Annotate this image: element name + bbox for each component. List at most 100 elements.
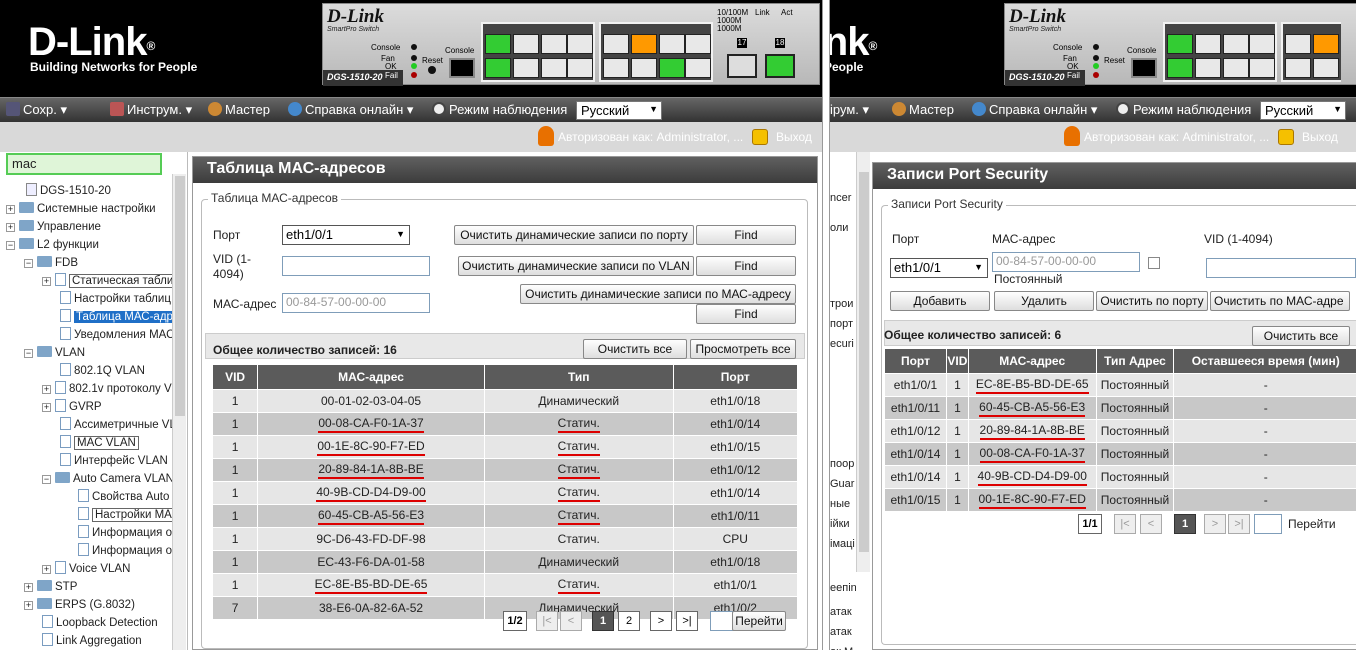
tree-item-mac-table[interactable]: Таблица МАС-адре bbox=[60, 308, 182, 326]
tree-item-system[interactable]: + Системные настройки bbox=[6, 200, 156, 218]
menu-monitor[interactable]: Режим наблюдения bbox=[432, 102, 567, 117]
port-7[interactable] bbox=[1249, 34, 1275, 54]
language-select[interactable]: Русский bbox=[576, 101, 662, 120]
menu-help[interactable]: Справка онлайн ▾ bbox=[288, 102, 413, 118]
ps-vid-input[interactable] bbox=[1206, 258, 1356, 278]
table-row[interactable]: 1 20-89-84-1A-8B-BE Статич. eth1/0/12 bbox=[211, 458, 799, 482]
logout-icon[interactable] bbox=[752, 129, 768, 145]
tree-item-loopback[interactable]: Loopback Detection bbox=[42, 614, 158, 632]
port-5[interactable] bbox=[541, 34, 567, 54]
table-row[interactable]: eth1/0/11 1 60-45-CB-A5-56-E3 Постоянный - bbox=[884, 396, 1356, 420]
find-button-3[interactable]: Find bbox=[696, 304, 796, 324]
table-row[interactable]: eth1/0/12 1 20-89-84-1A-8B-BE Постоянный - bbox=[884, 419, 1356, 443]
add-button[interactable]: Добавить bbox=[890, 291, 990, 311]
covered-scroll-thumb[interactable] bbox=[859, 172, 869, 552]
port-1[interactable] bbox=[1167, 34, 1193, 54]
table-row[interactable]: 1 EC-43-F6-DA-01-58 Динамический eth1/0/18 bbox=[211, 550, 799, 574]
collapse-icon[interactable]: − bbox=[42, 475, 51, 484]
tree-item-info-2[interactable]: Информация о bbox=[78, 542, 172, 560]
clear-by-vlan-button[interactable]: Очистить динамические записи по VLAN bbox=[458, 256, 694, 276]
port-14[interactable] bbox=[659, 58, 685, 78]
port-10[interactable] bbox=[1285, 58, 1311, 78]
ps-go-button[interactable]: Перейти bbox=[1288, 517, 1336, 531]
covered-scrollbar[interactable] bbox=[856, 152, 870, 572]
first-page-button[interactable]: |< bbox=[536, 611, 558, 631]
page-1-button[interactable]: 1 bbox=[592, 611, 614, 631]
tree-item-gvrp[interactable]: + GVRP bbox=[42, 398, 102, 416]
tree-item-voice-vlan[interactable]: + Voice VLAN bbox=[42, 560, 130, 578]
tree-item-auto-props[interactable]: Свойства Auto bbox=[78, 488, 169, 506]
tree-item-8021q[interactable]: 802.1Q VLAN bbox=[60, 362, 145, 380]
tree-item-management[interactable]: + Управление bbox=[6, 218, 101, 236]
expand-icon[interactable]: + bbox=[42, 277, 51, 286]
menu-tools[interactable]: Инструм. ▾ bbox=[110, 102, 192, 118]
port-15[interactable] bbox=[685, 34, 711, 54]
port-6[interactable] bbox=[541, 58, 567, 78]
table-row[interactable]: eth1/0/1 1 EC-8E-B5-BD-DE-65 Постоянный - bbox=[884, 373, 1356, 397]
tree-item-vlan[interactable]: − VLAN bbox=[24, 344, 85, 362]
ps-clear-by-mac-button[interactable]: Очистить по МАС-адре bbox=[1210, 291, 1350, 311]
table-row[interactable]: 1 9C-D6-43-FD-DF-98 Статич. CPU bbox=[211, 527, 799, 551]
port-3[interactable] bbox=[1195, 34, 1221, 54]
sidebar-scrollbar[interactable] bbox=[172, 174, 186, 650]
tree-item-static-fdb[interactable]: + Статическая табли bbox=[42, 272, 177, 290]
find-button-1[interactable]: Find bbox=[696, 225, 796, 245]
collapse-icon[interactable]: − bbox=[24, 259, 33, 268]
port-2[interactable] bbox=[1167, 58, 1193, 78]
menu-monitor-right[interactable]: Режим наблюдения bbox=[1116, 102, 1251, 117]
mac-input[interactable]: 00-84-57-00-00-00 bbox=[282, 293, 430, 313]
expand-icon[interactable]: + bbox=[42, 565, 51, 574]
clear-by-port-button[interactable]: Очистить динамические записи по порту bbox=[454, 225, 694, 245]
table-row[interactable]: 1 00-01-02-03-04-05 Динамический eth1/0/18 bbox=[211, 389, 799, 413]
tree-item-8021v[interactable]: +802.1v протоколу V bbox=[42, 380, 172, 398]
port-13[interactable] bbox=[659, 34, 685, 54]
port-9[interactable] bbox=[1285, 34, 1311, 54]
port-6[interactable] bbox=[1223, 58, 1249, 78]
menu-save[interactable]: Сохр. ▾ bbox=[6, 102, 67, 118]
ps-page-jump-input[interactable] bbox=[1254, 514, 1282, 534]
reset-button[interactable] bbox=[428, 66, 436, 74]
port-8[interactable] bbox=[1249, 58, 1275, 78]
expand-icon[interactable]: + bbox=[42, 403, 51, 412]
expand-icon[interactable]: + bbox=[6, 223, 15, 232]
port-8[interactable] bbox=[567, 58, 593, 78]
prev-page-button[interactable]: < bbox=[560, 611, 582, 631]
table-row[interactable]: 1 00-08-CA-F0-1A-37 Статич. eth1/0/14 bbox=[211, 412, 799, 436]
view-all-button[interactable]: Просмотреть все bbox=[690, 339, 796, 359]
expand-icon[interactable]: + bbox=[24, 601, 33, 610]
tree-item-fdb[interactable]: − FDB bbox=[24, 254, 78, 272]
menu-search-input[interactable]: mac bbox=[6, 153, 162, 175]
table-row[interactable]: eth1/0/14 1 00-08-CA-F0-1A-37 Постоянный - bbox=[884, 442, 1356, 466]
page-2-button[interactable]: 2 bbox=[618, 611, 640, 631]
port-2[interactable] bbox=[485, 58, 511, 78]
port-12[interactable] bbox=[1313, 58, 1339, 78]
port-11[interactable] bbox=[1313, 34, 1339, 54]
ps-mac-input[interactable]: 00-84-57-00-00-00 bbox=[992, 252, 1140, 272]
ps-port-select[interactable]: eth1/0/1 bbox=[890, 258, 988, 278]
table-row[interactable]: 1 60-45-CB-A5-56-E3 Статич. eth1/0/11 bbox=[211, 504, 799, 528]
port-9[interactable] bbox=[603, 34, 629, 54]
sfp-port-18[interactable] bbox=[765, 54, 795, 78]
port-select[interactable]: eth1/0/1 bbox=[282, 225, 410, 245]
logout-link-right[interactable]: Выход bbox=[1302, 130, 1338, 144]
tree-item-mac-vlan[interactable]: MAC VLAN bbox=[60, 434, 139, 452]
expand-icon[interactable]: + bbox=[6, 205, 15, 214]
tree-item-stp[interactable]: + STP bbox=[24, 578, 77, 596]
clear-all-button[interactable]: Очистить все bbox=[583, 339, 687, 359]
tree-item-asym-vlan[interactable]: Ассиметричные VL bbox=[60, 416, 176, 434]
language-select-right[interactable]: Русский bbox=[1260, 101, 1346, 120]
tree-item-auto-camera[interactable]: − Auto Camera VLAN bbox=[42, 470, 174, 488]
tree-item-mac-notify[interactable]: Уведомления МАС bbox=[60, 326, 174, 344]
ps-clear-by-port-button[interactable]: Очистить по порту bbox=[1096, 291, 1208, 311]
port-4[interactable] bbox=[1195, 58, 1221, 78]
ps-next-page-button[interactable]: > bbox=[1204, 514, 1226, 534]
port-7[interactable] bbox=[567, 34, 593, 54]
menu-wizard-right[interactable]: Мастер bbox=[892, 102, 954, 117]
tree-item-link-agg[interactable]: Link Aggregation bbox=[42, 632, 142, 650]
clear-by-mac-button[interactable]: Очистить динамические записи по МАС-адре… bbox=[520, 284, 796, 304]
table-row[interactable]: 1 00-1E-8C-90-F7-ED Статич. eth1/0/15 bbox=[211, 435, 799, 459]
ps-clear-all-button[interactable]: Очистить все bbox=[1252, 326, 1350, 346]
tree-item-vlan-interface[interactable]: Интерфейс VLAN bbox=[60, 452, 168, 470]
next-page-button[interactable]: > bbox=[650, 611, 672, 631]
menu-tools-right[interactable]: ірум. ▾ bbox=[830, 102, 869, 118]
